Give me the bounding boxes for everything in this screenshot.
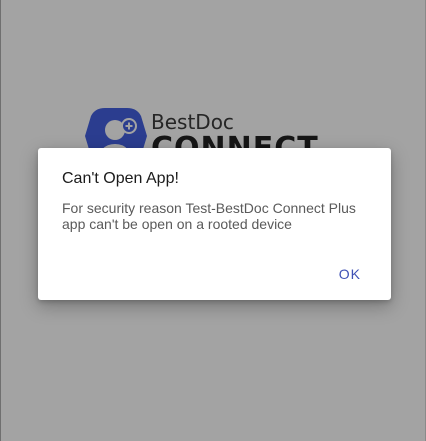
dialog-title: Can't Open App! xyxy=(62,170,179,187)
splash-brand-name: BestDoc xyxy=(151,110,234,134)
ok-button[interactable]: OK xyxy=(331,260,369,288)
dialog-message: For security reason Test-BestDoc Connect… xyxy=(62,200,356,232)
app-screen: BestDoc CONNECT Can't Open App! For secu… xyxy=(0,0,426,441)
rooted-device-alert-dialog: Can't Open App! For security reason Test… xyxy=(38,148,391,300)
